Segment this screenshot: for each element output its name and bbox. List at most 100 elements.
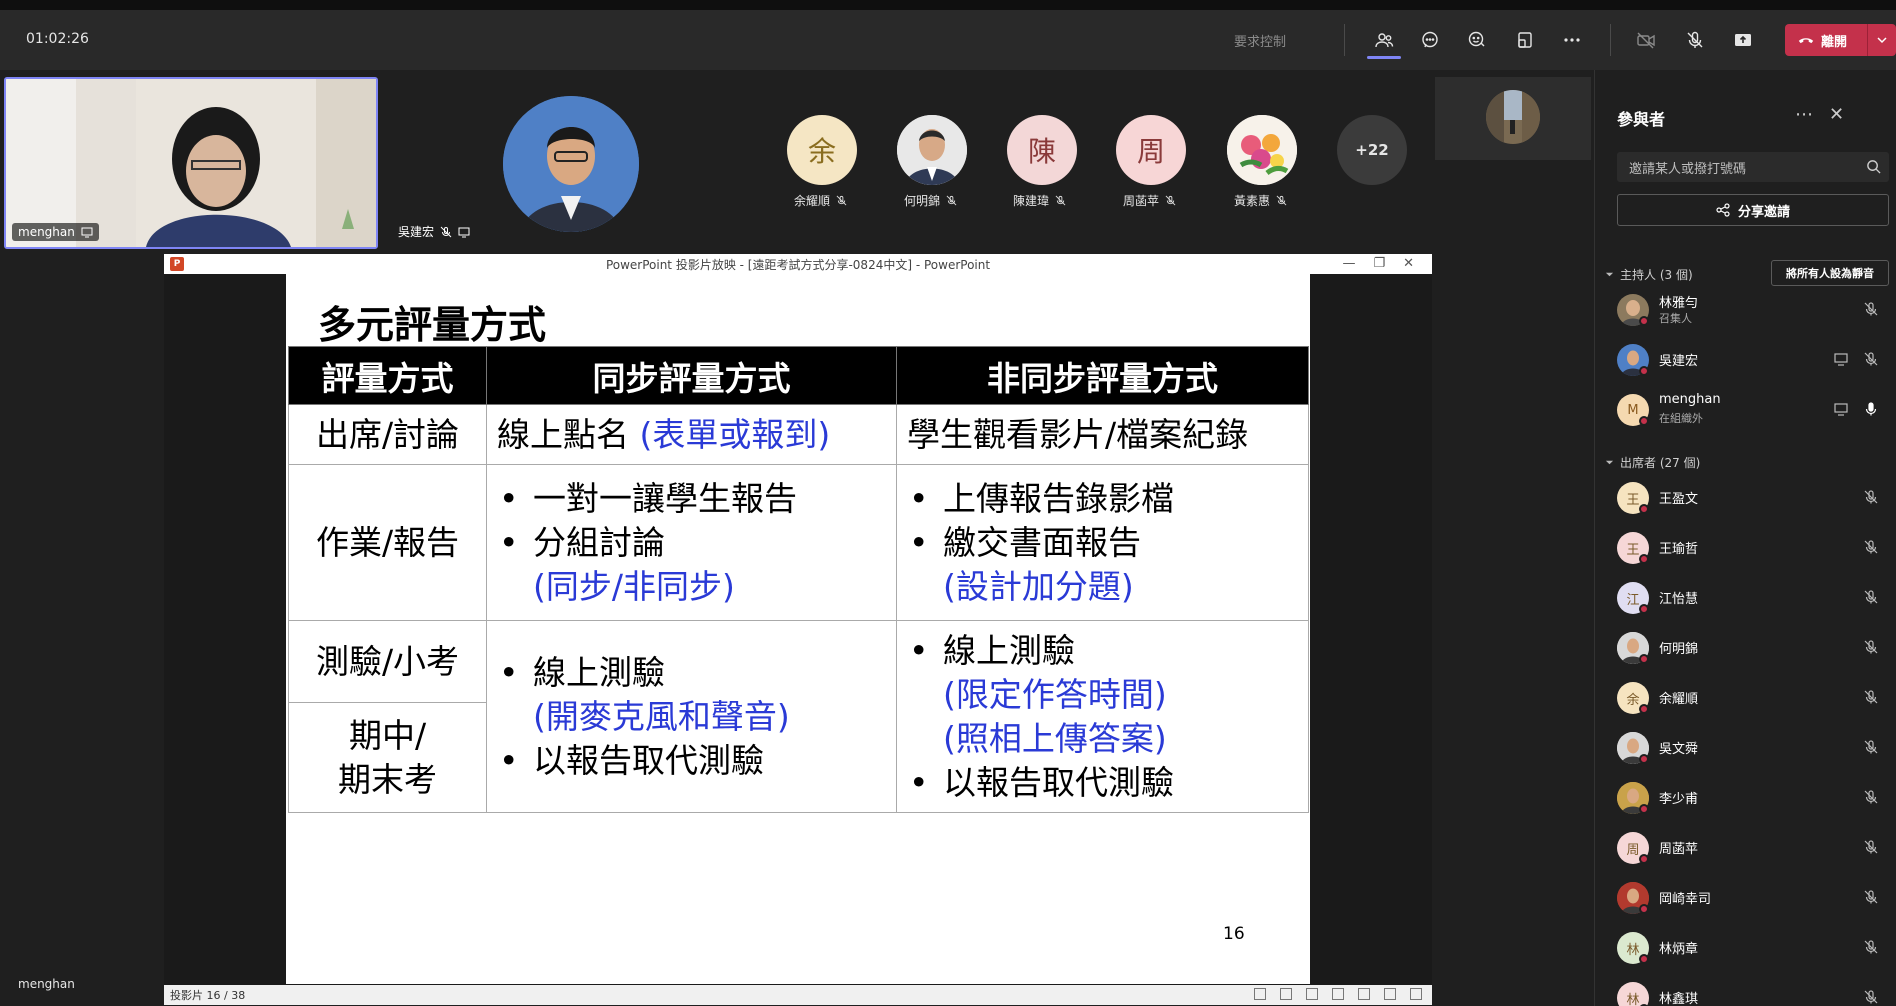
share-content-button[interactable] <box>1728 25 1758 55</box>
participant-avatar-2[interactable]: 陳 <box>1007 115 1077 185</box>
chevron-down-icon <box>1605 272 1614 277</box>
bullet-note: (限定作答時間) <box>943 674 1167 714</box>
share-icon <box>1716 203 1730 217</box>
attendee-row[interactable]: 岡崎幸司 <box>1617 876 1896 920</box>
prev-slide-icon[interactable] <box>1254 988 1266 1000</box>
attendee-row[interactable]: 王 王瑜哲 <box>1617 526 1896 570</box>
table-cell: 線上測驗 (開麥克風和聲音) 以報告取代測驗 <box>486 620 897 813</box>
camera-toggle-button[interactable] <box>1631 25 1661 55</box>
screen-share-icon <box>81 227 93 238</box>
attendee-row[interactable]: 吳文舜 <box>1617 726 1896 770</box>
powerpoint-logo-icon: P <box>170 257 184 271</box>
notes-icon[interactable] <box>1280 988 1292 1000</box>
participant-avatar-4[interactable] <box>1227 115 1297 185</box>
mic-off-icon <box>1687 31 1703 48</box>
table-row: 出席/討論 線上點名 (表單或報到) 學生觀看影片/檔案紀錄 <box>288 404 1309 465</box>
participant-avatar-street[interactable] <box>1486 90 1540 144</box>
self-video-tile[interactable]: menghan <box>4 77 378 249</box>
normal-view-icon[interactable] <box>1332 988 1344 1000</box>
leave-dropdown[interactable] <box>1868 34 1896 46</box>
avatar-initial: 陳 <box>1027 135 1056 168</box>
table-cell: 測驗/小考 <box>288 620 487 703</box>
status-dot <box>1639 754 1649 764</box>
more-actions-button[interactable] <box>1557 25 1587 55</box>
more-participants-button[interactable]: +22 <box>1337 115 1407 185</box>
mic-off-icon <box>1864 890 1878 904</box>
view-controls <box>1254 988 1422 1000</box>
chevron-down-icon <box>1605 460 1614 465</box>
invite-input[interactable]: 邀請某人或撥打號碼 <box>1617 152 1889 182</box>
window-controls: — ❐ ✕ <box>1342 256 1414 271</box>
table-cell: 線上測驗 (限定作答時間) (照相上傳答案) 以報告取代測驗 <box>896 620 1309 813</box>
status-dot <box>1639 704 1649 714</box>
status-dot <box>1639 316 1649 326</box>
panel-more-icon[interactable]: ⋯ <box>1795 104 1813 125</box>
presenter-name-chip: 吳建宏 <box>392 221 476 242</box>
slideshow-view-icon[interactable] <box>1410 988 1422 1000</box>
bullet-note: (照相上傳答案) <box>943 718 1167 758</box>
cell-text-blue: (表單或報到) <box>639 414 831 454</box>
table-header: 評量方式 <box>288 346 487 405</box>
participant-avatar-0[interactable]: 余 <box>787 115 857 185</box>
status-dot <box>1639 904 1649 914</box>
participant-avatar-1[interactable] <box>897 115 967 185</box>
bullet-item: 線上測驗 <box>497 651 886 695</box>
mic-off-icon <box>946 195 957 206</box>
bullet-item: 線上測驗 <box>907 629 1298 673</box>
participant-role: 在組織外 <box>1659 412 1703 425</box>
participant-name: 吳建宏 <box>1659 354 1699 369</box>
attendee-row[interactable]: 李少甫 <box>1617 776 1896 820</box>
request-control-button[interactable]: 要求控制 <box>1234 31 1286 50</box>
attendee-row[interactable]: 林 林炳章 <box>1617 926 1896 970</box>
people-icon <box>1375 33 1394 48</box>
avatar: 林 <box>1617 982 1649 1006</box>
participant-name: 林鑫琪 <box>1659 992 1699 1006</box>
table-cell: 期中/期末考 <box>288 702 487 813</box>
attendee-row[interactable]: 林 林鑫琪 <box>1617 976 1896 1006</box>
close-icon[interactable]: ✕ <box>1403 256 1414 271</box>
participant-name-1: 何明錦 <box>904 192 957 209</box>
share-invite-button[interactable]: 分享邀請 <box>1617 194 1889 226</box>
next-slide-icon[interactable] <box>1306 988 1318 1000</box>
restore-icon[interactable]: ❐ <box>1373 256 1385 271</box>
participant-name: 岡崎幸司 <box>1659 892 1712 907</box>
status-dot <box>1639 854 1649 864</box>
attendee-row[interactable]: 何明錦 <box>1617 626 1896 670</box>
minimize-icon[interactable]: — <box>1342 256 1355 271</box>
participants-button[interactable] <box>1369 25 1399 55</box>
participant-name: 吳文舜 <box>1659 742 1699 757</box>
sorter-view-icon[interactable] <box>1358 988 1370 1000</box>
reactions-button[interactable] <box>1462 25 1492 55</box>
attendee-row[interactable]: 周 周菡苹 <box>1617 826 1896 870</box>
organizer-row[interactable]: 林雅勻 召集人 <box>1617 288 1896 332</box>
table-cell: 一對一讓學生報告 分組討論 (同步/非同步) <box>486 464 897 621</box>
presenter-avatar[interactable] <box>503 96 639 232</box>
attendee-row[interactable]: 江 江怡慧 <box>1617 576 1896 620</box>
mute-all-button[interactable]: 將所有人設為靜音 <box>1771 260 1889 286</box>
organizer-row[interactable]: 吳建宏 <box>1617 338 1896 382</box>
leave-button[interactable]: 離開 <box>1785 24 1896 56</box>
status-dot <box>1639 366 1649 376</box>
avatar-initial: 王 <box>1626 542 1640 558</box>
phone-hangup-icon <box>1798 38 1814 44</box>
avatar-initial: 余 <box>1626 692 1640 708</box>
self-name: menghan <box>18 225 75 239</box>
reading-view-icon[interactable] <box>1384 988 1396 1000</box>
attendee-row[interactable]: 王 王盈文 <box>1617 476 1896 520</box>
participant-avatar-3[interactable]: 周 <box>1116 115 1186 185</box>
mic-toggle-button[interactable] <box>1680 25 1710 55</box>
mic-off-icon <box>1165 195 1176 206</box>
attendee-row[interactable]: 余 余耀順 <box>1617 676 1896 720</box>
close-icon[interactable]: ✕ <box>1829 104 1844 125</box>
attendees-header-label: 出席者 (27 個) <box>1620 456 1701 470</box>
chat-button[interactable] <box>1415 25 1445 55</box>
attendees-section-header[interactable]: 出席者 (27 個) <box>1605 454 1700 471</box>
rooms-button[interactable] <box>1510 25 1540 55</box>
organizers-section-header[interactable]: 主持人 (3 個) <box>1605 266 1693 283</box>
mic-off-icon <box>1864 302 1878 316</box>
mic-on-icon <box>1865 402 1877 416</box>
organizer-row[interactable]: M menghan 在組織外 <box>1617 388 1896 432</box>
leave-main[interactable]: 離開 <box>1785 31 1867 50</box>
participant-name: 王瑜哲 <box>1659 542 1699 557</box>
presenter-name: 吳建宏 <box>398 225 435 239</box>
